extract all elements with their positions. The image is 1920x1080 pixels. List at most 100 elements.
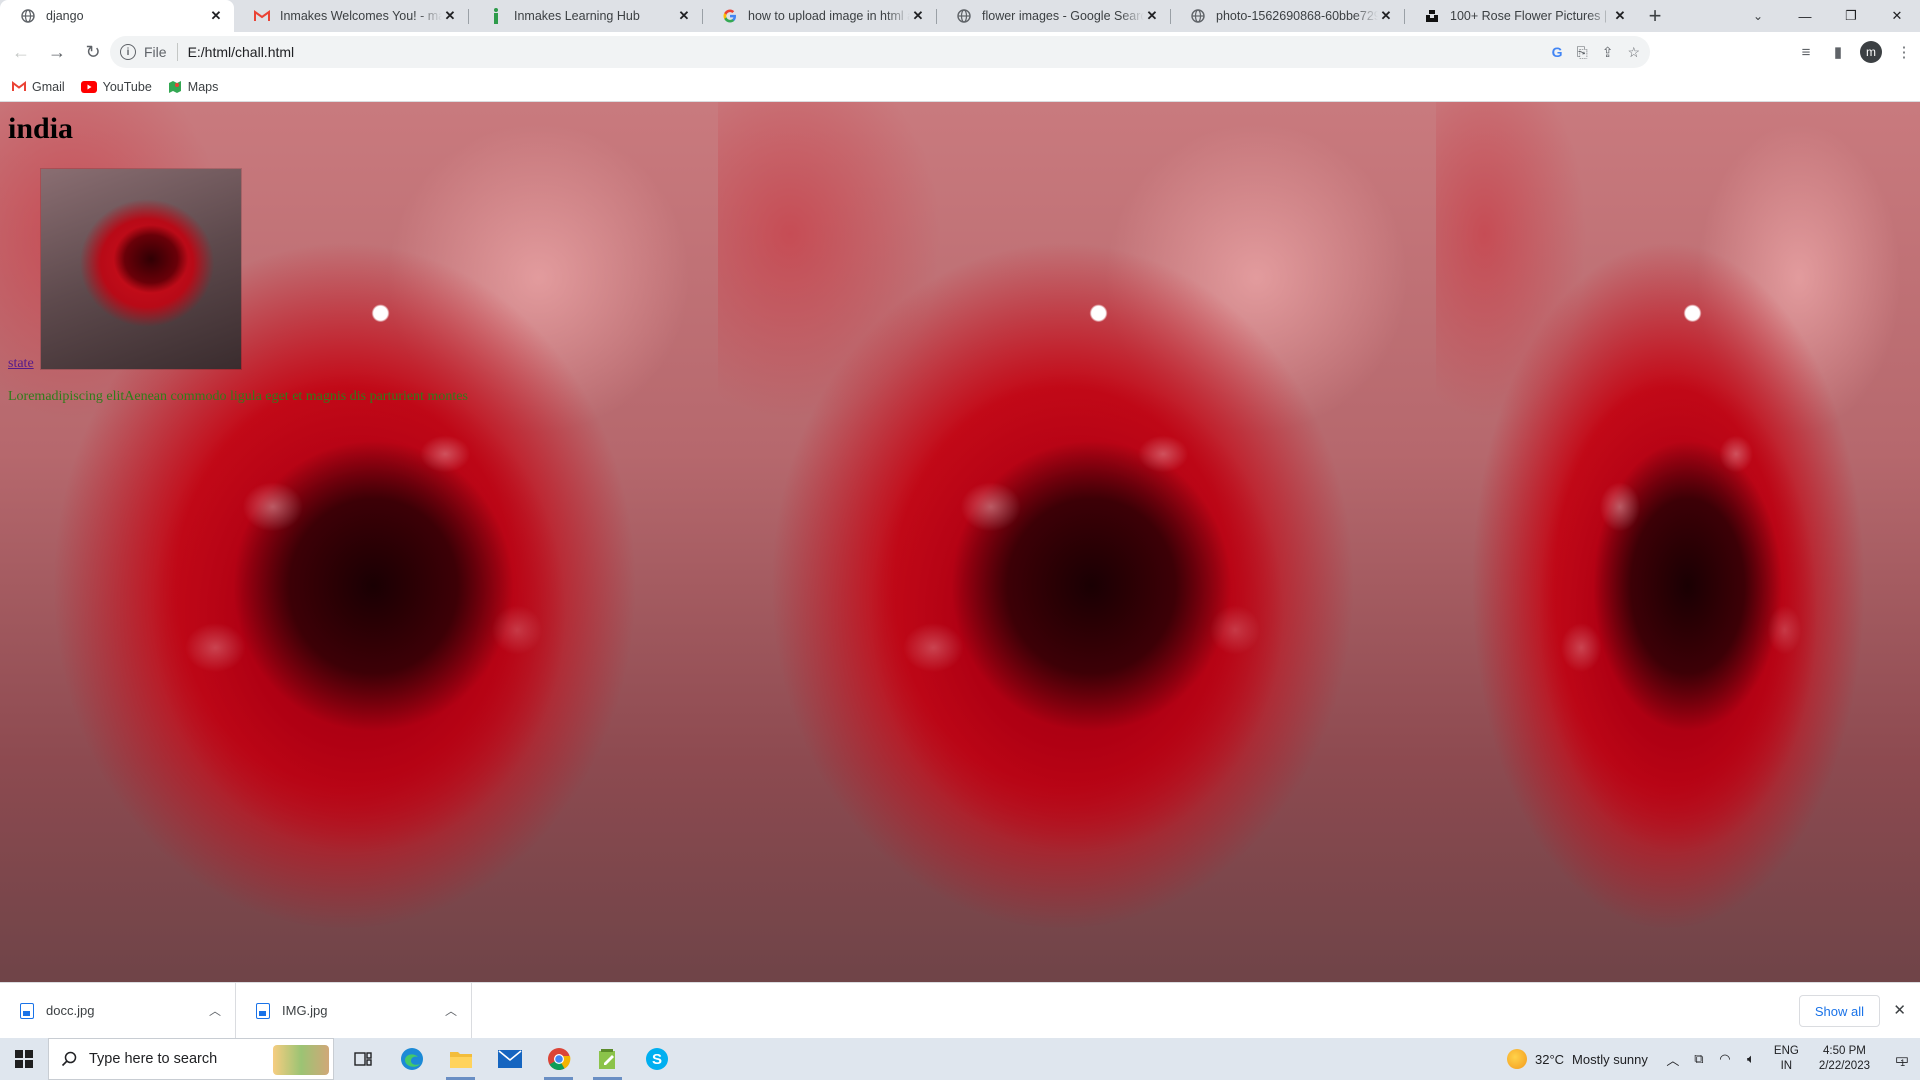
tab-upload-image[interactable]: how to upload image in html and ✕ — [702, 0, 936, 32]
image-file-icon — [20, 1002, 34, 1019]
close-icon[interactable]: ✕ — [1144, 8, 1160, 24]
tab-inmakes-welcome[interactable]: Inmakes Welcomes You! - manjusha ✕ — [234, 0, 468, 32]
clock-date: 2/22/2023 — [1818, 1060, 1870, 1072]
tab-photo[interactable]: photo-1562690868-60bbe7293e94 ✕ — [1170, 0, 1404, 32]
download-filename: docc.jpg — [46, 1003, 95, 1018]
skype-app[interactable]: S — [632, 1038, 681, 1080]
close-icon[interactable]: ✕ — [1378, 8, 1394, 24]
profile-avatar[interactable]: m — [1860, 41, 1882, 63]
download-filename: IMG.jpg — [282, 1003, 328, 1018]
weather-condition: Mostly sunny — [1572, 1051, 1648, 1067]
tab-title: Inmakes Learning Hub — [514, 9, 640, 23]
close-icon[interactable]: ✕ — [1612, 8, 1628, 24]
menu-icon[interactable]: ⋮ — [1888, 43, 1920, 61]
maximize-button[interactable]: ❐ — [1828, 0, 1874, 32]
svg-text:S: S — [651, 1051, 661, 1068]
side-panel-icon[interactable]: ▮ — [1822, 43, 1854, 61]
chevron-up-icon[interactable]: ︿ — [1660, 1050, 1686, 1069]
page-content: india state Loremadipiscing elitAenean c… — [0, 102, 1920, 982]
tab-title: Inmakes Welcomes You! - manjusha — [280, 9, 442, 23]
close-icon[interactable]: ✕ — [910, 8, 926, 24]
address-bar[interactable]: i File E:/html/chall.html G ⎘ ⇪ ☆ — [110, 36, 1650, 68]
task-view-icon — [353, 1052, 372, 1066]
tab-search-button[interactable]: ⌄ — [1740, 0, 1776, 32]
chevron-up-icon[interactable]: ︿ — [445, 1002, 457, 1019]
translate-icon[interactable]: ⎘ — [1577, 44, 1588, 61]
taskbar-search-box[interactable]: Type here to search — [48, 1038, 334, 1080]
clock[interactable]: 4:50 PM 2/22/2023 — [1819, 1044, 1870, 1074]
meet-now-icon[interactable]: ⧉ — [1686, 1051, 1712, 1067]
windows-logo-icon — [15, 1050, 33, 1068]
chevron-up-icon[interactable]: ︿ — [209, 1002, 221, 1019]
search-highlight-image — [273, 1045, 329, 1075]
download-item[interactable]: docc.jpg ︿ — [0, 982, 236, 1039]
minimize-button[interactable]: — — [1782, 0, 1828, 32]
task-view-button[interactable] — [338, 1038, 387, 1080]
tab-flower-images[interactable]: flower images - Google Search ✕ — [936, 0, 1170, 32]
folder-icon — [449, 1052, 472, 1068]
reload-button[interactable]: ↻ — [78, 37, 108, 67]
rose-thumbnail-image — [41, 169, 241, 369]
gmail-icon — [12, 81, 26, 91]
bookmark-label: Maps — [187, 79, 219, 94]
page-heading: india — [8, 112, 74, 145]
tab-inmakes-hub[interactable]: Inmakes Learning Hub ✕ — [468, 0, 702, 32]
unsplash-icon — [1424, 8, 1440, 24]
bookmark-youtube[interactable]: YouTube — [80, 80, 152, 94]
downloads-bar: docc.jpg ︿ IMG.jpg ︿ Show all ✕ — [0, 982, 1920, 1039]
background-rose-image — [1436, 102, 1920, 982]
bookmark-star-icon[interactable]: ☆ — [1627, 44, 1640, 61]
url-text[interactable]: E:/html/chall.html — [188, 44, 295, 60]
tab-title: 100+ Rose Flower Pictures | Down — [1450, 9, 1612, 23]
search-placeholder: Type here to search — [89, 1051, 218, 1067]
weather-temperature: 32°C — [1534, 1051, 1565, 1067]
globe-icon — [956, 8, 972, 24]
background-rose-image — [718, 102, 1436, 982]
close-icon[interactable]: ✕ — [676, 8, 692, 24]
language-indicator[interactable]: ENG IN — [1774, 1044, 1799, 1074]
mail-icon — [497, 1050, 522, 1068]
inmakes-icon — [488, 8, 504, 24]
notepad-icon — [598, 1049, 615, 1069]
info-icon[interactable]: i — [120, 44, 136, 60]
close-icon[interactable]: ✕ — [442, 8, 458, 24]
start-button[interactable] — [0, 1038, 48, 1080]
bookmark-gmail[interactable]: Gmail — [12, 80, 65, 94]
back-button[interactable]: ← — [6, 37, 36, 67]
divider — [176, 43, 178, 61]
notepad-app[interactable] — [583, 1038, 632, 1080]
volume-icon[interactable]: 🔈︎ — [1738, 1051, 1764, 1067]
google-lens-icon[interactable]: G — [1552, 44, 1563, 60]
tab-title: django — [46, 9, 84, 23]
tab-strip: django ✕ Inmakes Welcomes You! - manjush… — [0, 0, 1920, 32]
show-all-button[interactable]: Show all — [1798, 995, 1880, 1027]
notification-button[interactable]: ▭ 1 — [1880, 1038, 1920, 1080]
wifi-icon[interactable]: ◠ — [1712, 1051, 1738, 1067]
edge-app[interactable] — [387, 1038, 436, 1080]
download-item[interactable]: IMG.jpg ︿ — [236, 982, 472, 1039]
paragraph-text: Loremadipiscing elitAenean commodo ligul… — [8, 389, 468, 404]
tab-rose-pictures[interactable]: 100+ Rose Flower Pictures | Down ✕ — [1404, 0, 1638, 32]
bookmark-maps[interactable]: Maps — [168, 79, 219, 94]
reading-list-icon[interactable]: ≡ — [1790, 44, 1822, 61]
chrome-app[interactable] — [534, 1038, 583, 1080]
weather-widget[interactable]: 32°C Mostly sunny — [1506, 1049, 1648, 1069]
share-icon[interactable]: ⇪ — [1602, 44, 1614, 61]
search-icon — [61, 1051, 77, 1067]
close-window-button[interactable]: ✕ — [1874, 0, 1920, 32]
close-icon[interactable]: ✕ — [208, 8, 224, 24]
new-tab-button[interactable]: + — [1638, 0, 1672, 32]
language-code: ENG — [1773, 1045, 1799, 1057]
edge-icon — [400, 1048, 423, 1070]
bookmarks-bar: Gmail YouTube Maps — [0, 72, 1920, 102]
mail-app[interactable] — [485, 1038, 534, 1080]
state-link[interactable]: state — [8, 356, 34, 372]
globe-icon — [20, 8, 36, 24]
close-icon[interactable]: ✕ — [1893, 1001, 1906, 1019]
chrome-icon — [547, 1048, 570, 1070]
google-icon — [722, 8, 738, 24]
sun-icon — [1506, 1049, 1527, 1069]
tab-django[interactable]: django ✕ — [0, 0, 234, 32]
forward-button[interactable]: → — [42, 37, 72, 67]
file-explorer-app[interactable] — [436, 1038, 485, 1080]
